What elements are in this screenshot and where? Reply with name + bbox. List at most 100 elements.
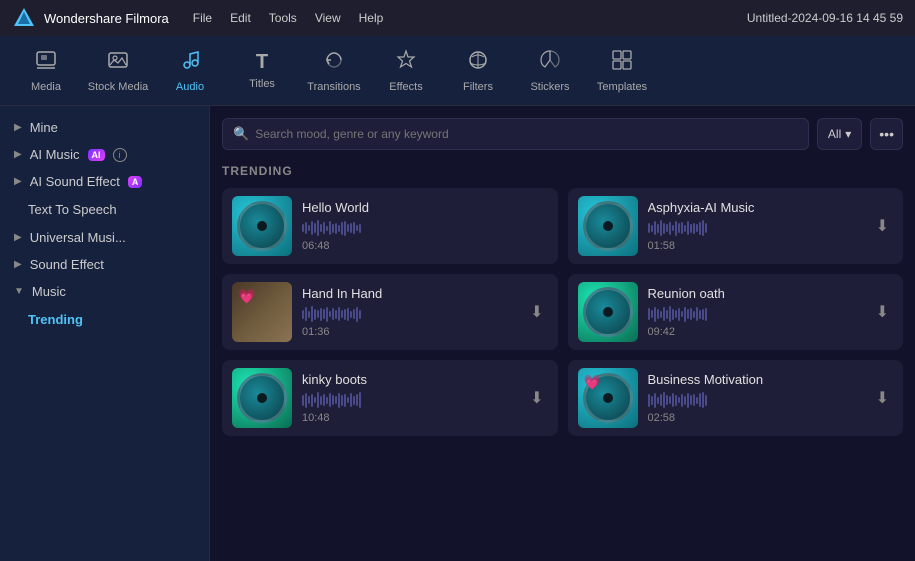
stock-media-label: Stock Media	[88, 81, 149, 93]
card-title-reunion: Reunion oath	[648, 286, 862, 301]
toolbar-titles[interactable]: T Titles	[226, 41, 298, 101]
card-waveform	[302, 219, 548, 237]
card-info-hand-in-hand: Hand In Hand 01:36	[302, 286, 516, 338]
card-info-asphyxia: Asphyxia-AI Music 01:58	[648, 200, 862, 252]
card-waveform-reunion	[648, 305, 862, 323]
music-card-hand-in-hand[interactable]: 💗 Hand In Hand 01:36 ⬇	[222, 274, 558, 350]
toolbar: Media Stock Media Audio T Titles	[0, 36, 915, 106]
download-button-hand[interactable]: ⬇	[526, 298, 547, 326]
card-title-hello-world: Hello World	[302, 200, 548, 215]
search-icon: 🔍	[233, 126, 249, 142]
music-arrow: ▼	[14, 286, 24, 297]
sidebar-item-ai-sound-effect[interactable]: ▶ AI Sound Effect A	[0, 168, 209, 195]
app-logo	[12, 6, 36, 30]
toolbar-stock-media[interactable]: Stock Media	[82, 41, 154, 101]
trending-label: TRENDING	[222, 164, 903, 178]
templates-label: Templates	[597, 81, 647, 93]
sidebar-item-sound-effect[interactable]: ▶ Sound Effect	[0, 251, 209, 278]
menu-tools[interactable]: Tools	[269, 11, 297, 25]
sound-effect-label: Sound Effect	[30, 257, 104, 272]
audio-icon	[179, 49, 201, 77]
card-duration-hand: 01:36	[302, 326, 516, 338]
ai-sound-label: AI Sound Effect	[30, 174, 120, 189]
download-button-business[interactable]: ⬇	[872, 384, 893, 412]
toolbar-audio[interactable]: Audio	[154, 41, 226, 101]
toolbar-transitions[interactable]: Transitions	[298, 41, 370, 101]
download-button-asphyxia[interactable]: ⬇	[872, 212, 893, 240]
media-icon	[35, 49, 57, 77]
toolbar-filters[interactable]: Filters	[442, 41, 514, 101]
sidebar-item-music[interactable]: ▼ Music	[0, 278, 209, 305]
card-disc	[237, 201, 287, 251]
more-options-button[interactable]: •••	[870, 118, 903, 150]
transitions-icon	[323, 49, 345, 77]
toolbar-media[interactable]: Media	[10, 41, 82, 101]
card-title-hand-in-hand: Hand In Hand	[302, 286, 516, 301]
menu-edit[interactable]: Edit	[230, 11, 251, 25]
card-thumb-hello-world	[232, 196, 292, 256]
templates-icon	[611, 49, 633, 77]
filters-label: Filters	[463, 81, 493, 93]
music-card-reunion[interactable]: Reunion oath 09:42 ⬇	[568, 274, 904, 350]
main-layout: ▶ Mine ▶ AI Music AI i ▶ AI Sound Effect…	[0, 106, 915, 561]
trending-child-label: Trending	[28, 312, 83, 327]
title-bar-left: Wondershare Filmora File Edit Tools View…	[12, 6, 383, 30]
card-duration-asphyxia: 01:58	[648, 240, 862, 252]
sidebar-item-trending[interactable]: Trending	[0, 305, 209, 334]
filter-button[interactable]: All ▾	[817, 118, 862, 150]
sound-effect-arrow: ▶	[14, 259, 22, 270]
card-duration-hello-world: 06:48	[302, 240, 548, 252]
menu-file[interactable]: File	[193, 11, 212, 25]
filter-chevron-icon: ▾	[845, 127, 851, 141]
music-card-hello-world[interactable]: Hello World 06:48	[222, 188, 558, 264]
search-bar: 🔍 All ▾ •••	[222, 118, 903, 150]
search-input-wrapper[interactable]: 🔍	[222, 118, 809, 150]
sidebar-item-universal-music[interactable]: ▶ Universal Musi...	[0, 224, 209, 251]
universal-label: Universal Musi...	[30, 230, 126, 245]
sidebar-item-mine[interactable]: ▶ Mine	[0, 114, 209, 141]
toolbar-templates[interactable]: Templates	[586, 41, 658, 101]
transitions-label: Transitions	[307, 81, 360, 93]
music-card-asphyxia[interactable]: Asphyxia-AI Music 01:58 ⬇	[568, 188, 904, 264]
card-title-asphyxia: Asphyxia-AI Music	[648, 200, 862, 215]
card-info-kinky: kinky boots 10:48	[302, 372, 516, 424]
heart-badge-hand: 💗	[238, 288, 255, 305]
more-icon: •••	[879, 126, 894, 142]
download-button-reunion[interactable]: ⬇	[872, 298, 893, 326]
music-label: Music	[32, 284, 66, 299]
effects-label: Effects	[389, 81, 422, 93]
search-input[interactable]	[255, 127, 798, 141]
card-thumb-kinky	[232, 368, 292, 428]
sidebar: ▶ Mine ▶ AI Music AI i ▶ AI Sound Effect…	[0, 106, 210, 561]
toolbar-stickers[interactable]: Stickers	[514, 41, 586, 101]
menu-help[interactable]: Help	[359, 11, 384, 25]
content-area: 🔍 All ▾ ••• TRENDING Hello World	[210, 106, 915, 561]
stickers-icon	[539, 49, 561, 77]
universal-arrow: ▶	[14, 232, 22, 243]
card-duration-business: 02:58	[648, 412, 862, 424]
card-thumb-hand-in-hand: 💗	[232, 282, 292, 342]
toolbar-effects[interactable]: Effects	[370, 41, 442, 101]
titles-label: Titles	[249, 78, 275, 90]
card-waveform-hand	[302, 305, 516, 323]
heart-badge-business: 💗	[584, 374, 601, 391]
music-card-business-motivation[interactable]: 💗 Business Motivation 02:58 ⬇	[568, 360, 904, 436]
titles-icon: T	[256, 51, 268, 74]
sidebar-item-ai-music[interactable]: ▶ AI Music AI i	[0, 141, 209, 168]
card-duration-reunion: 09:42	[648, 326, 862, 338]
card-info-hello-world: Hello World 06:48	[302, 200, 548, 252]
menu-view[interactable]: View	[315, 11, 341, 25]
card-title-business: Business Motivation	[648, 372, 862, 387]
ai-sound-arrow: ▶	[14, 176, 22, 187]
download-button-kinky[interactable]: ⬇	[526, 384, 547, 412]
card-thumb-business: 💗	[578, 368, 638, 428]
filters-icon	[467, 49, 489, 77]
ai-sound-badge: A	[128, 176, 143, 188]
menu-bar: File Edit Tools View Help	[193, 11, 384, 25]
media-label: Media	[31, 81, 61, 93]
title-bar: Wondershare Filmora File Edit Tools View…	[0, 0, 915, 36]
app-name: Wondershare Filmora	[44, 11, 169, 26]
music-card-kinky-boots[interactable]: kinky boots 10:48 ⬇	[222, 360, 558, 436]
sidebar-item-text-to-speech[interactable]: Text To Speech	[0, 195, 209, 224]
card-disc-kinky	[237, 373, 287, 423]
